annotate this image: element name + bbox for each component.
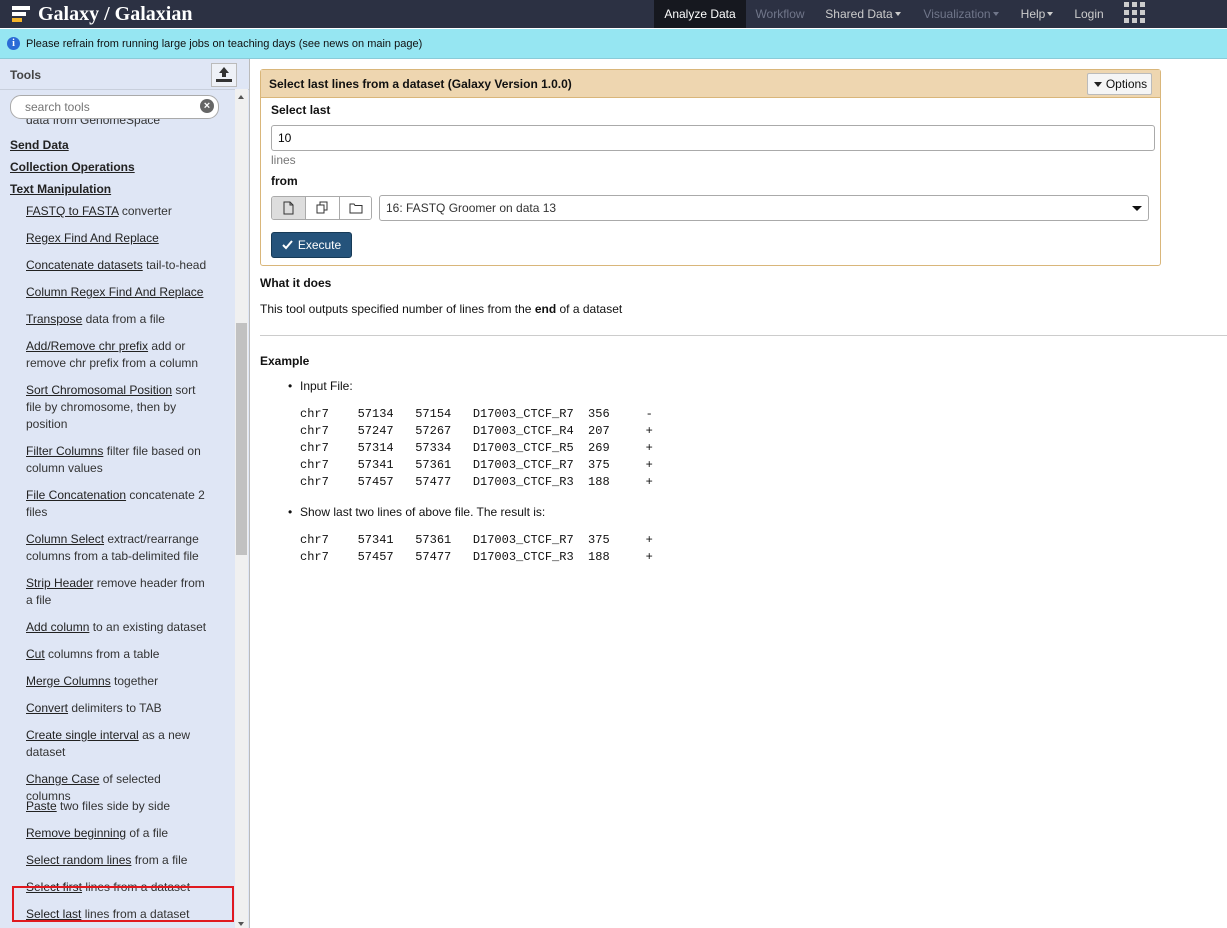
galaxy-logo-icon	[12, 4, 32, 24]
tool-paste[interactable]: Paste two files side by side	[26, 798, 208, 815]
tool-concatenate-datasets[interactable]: Concatenate datasets tail-to-head	[26, 257, 208, 274]
scroll-up-icon[interactable]	[238, 95, 244, 99]
tool-regex-find-replace[interactable]: Regex Find And Replace	[26, 230, 208, 247]
example-bullet-input: Input File:	[288, 379, 353, 393]
scroll-down-icon[interactable]	[238, 922, 244, 926]
tool-remove-beginning[interactable]: Remove beginning of a file	[26, 825, 208, 842]
brand[interactable]: Galaxy / Galaxian	[12, 0, 192, 28]
check-icon	[282, 240, 293, 250]
divider	[260, 335, 1227, 336]
tool-filter-columns[interactable]: Filter Columns filter file based on colu…	[26, 443, 208, 477]
nav-visualization[interactable]: Visualization	[912, 0, 1010, 28]
select-last-help: lines	[271, 153, 296, 167]
nav-workflow[interactable]: Workflow	[746, 0, 814, 28]
chevron-down-icon	[1132, 206, 1142, 211]
multiple-files-icon[interactable]	[306, 197, 340, 219]
options-button[interactable]: Options	[1087, 73, 1152, 95]
folder-icon[interactable]	[340, 197, 371, 219]
chevron-down-icon	[1047, 12, 1054, 16]
tool-transpose[interactable]: Transpose data from a file	[26, 311, 208, 328]
tool-select-random-lines[interactable]: Select random lines from a file	[26, 852, 208, 869]
scrollbar-thumb[interactable]	[236, 323, 247, 555]
tool-panel-scrollbar[interactable]	[235, 89, 248, 928]
tool-convert[interactable]: Convert delimiters to TAB	[26, 700, 208, 717]
tool-panel: Tools × data from GenomeSpace Send Data …	[0, 59, 250, 928]
message-bar: i Please refrain from running large jobs…	[0, 29, 1227, 59]
tool-form-title: Select last lines from a dataset (Galaxy…	[269, 77, 572, 91]
caret-down-icon	[1093, 81, 1102, 87]
tool-form: Select last lines from a dataset (Galaxy…	[260, 69, 1161, 266]
section-collection-operations[interactable]: Collection Operations	[10, 160, 135, 174]
chevron-down-icon	[992, 12, 999, 16]
tool-fastq-to-fasta[interactable]: FASTQ to FASTA converter	[26, 203, 208, 220]
tool-sort-chromosomal[interactable]: Sort Chromosomal Position sort file by c…	[26, 382, 208, 433]
tool-column-select[interactable]: Column Select extract/rearrange columns …	[26, 531, 208, 565]
tool-merge-columns[interactable]: Merge Columns together	[26, 673, 208, 690]
upload-icon[interactable]	[211, 63, 237, 87]
brand-title: Galaxy / Galaxian	[38, 2, 193, 25]
tool-add-remove-chr[interactable]: Add/Remove chr prefix add or remove chr …	[26, 338, 208, 372]
tool-search: ×	[10, 95, 219, 119]
tool-panel-title: Tools	[10, 68, 42, 82]
dataset-select[interactable]: 16: FASTQ Groomer on data 13	[379, 195, 1149, 221]
tool-panel-header: Tools	[0, 59, 249, 90]
dataset-type-buttons	[271, 196, 372, 220]
what-it-does-title: What it does	[260, 276, 332, 290]
message-text: Please refrain from running large jobs o…	[26, 37, 423, 50]
clear-search-icon[interactable]: ×	[200, 99, 214, 113]
example-result-code: chr7 57341 57361 D17003_CTCF_R7 375 + ch…	[300, 533, 653, 564]
what-it-does-text: This tool outputs specified number of li…	[260, 302, 623, 316]
select-last-label: Select last	[271, 103, 331, 117]
grid-icon[interactable]	[1124, 2, 1145, 23]
cut-off-text: data from GenomeSpace	[26, 119, 161, 127]
tool-create-single-interval[interactable]: Create single interval as a new dataset	[26, 727, 208, 761]
tool-strip-header[interactable]: Strip Header remove header from a file	[26, 575, 208, 609]
nav-login[interactable]: Login	[1064, 0, 1114, 28]
example-title: Example	[260, 354, 310, 368]
section-send-data[interactable]: Send Data	[10, 138, 69, 152]
tool-form-header: Select last lines from a dataset (Galaxy…	[261, 70, 1160, 98]
example-input-code: chr7 57134 57154 D17003_CTCF_R7 356 - ch…	[300, 407, 653, 489]
dataset-select-value: 16: FASTQ Groomer on data 13	[386, 201, 557, 215]
example-bullet-result: Show last two lines of above file. The r…	[288, 505, 545, 519]
info-icon: i	[7, 37, 20, 50]
execute-button[interactable]: Execute	[271, 232, 352, 258]
from-label: from	[271, 174, 298, 188]
select-last-input[interactable]	[271, 125, 1155, 151]
single-file-icon[interactable]	[272, 197, 306, 219]
search-input[interactable]	[25, 100, 185, 114]
tool-list: data from GenomeSpace Send Data Collecti…	[0, 119, 235, 928]
masthead: Galaxy / Galaxian Analyze Data Workflow …	[0, 0, 1227, 28]
tool-file-concatenation[interactable]: File Concatenation concatenate 2 files	[26, 487, 208, 521]
nav-help[interactable]: Help	[1010, 0, 1064, 28]
tool-column-regex[interactable]: Column Regex Find And Replace	[26, 284, 208, 301]
section-text-manipulation[interactable]: Text Manipulation	[10, 182, 111, 196]
nav-shared-data[interactable]: Shared Data	[814, 0, 912, 28]
selection-highlight	[12, 886, 234, 922]
nav-analyze-data[interactable]: Analyze Data	[654, 0, 746, 28]
tool-cut[interactable]: Cut columns from a table	[26, 646, 208, 663]
tool-add-column[interactable]: Add column to an existing dataset	[26, 619, 208, 636]
chevron-down-icon	[894, 12, 901, 16]
